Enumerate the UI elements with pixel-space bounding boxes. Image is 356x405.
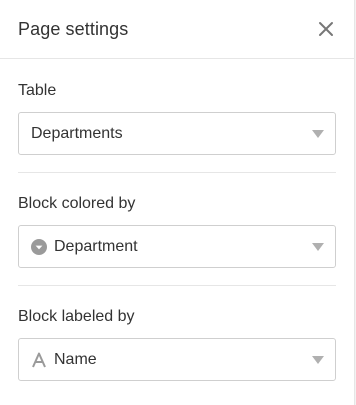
block-colored-by-section: Block colored by Department	[0, 173, 354, 268]
chevron-down-icon	[312, 242, 324, 251]
block-labeled-by-text: Name	[54, 350, 97, 368]
table-select[interactable]: Departments	[18, 112, 336, 155]
table-select-text: Departments	[31, 124, 123, 142]
block-colored-by-select[interactable]: Department	[18, 225, 336, 268]
single-select-icon	[31, 238, 47, 255]
block-labeled-by-label: Block labeled by	[18, 308, 135, 325]
chevron-down-icon	[312, 129, 324, 138]
table-label: Table	[18, 82, 57, 99]
chevron-down-icon	[312, 355, 324, 364]
table-section: Table Departments	[0, 59, 354, 155]
block-labeled-by-select[interactable]: Name	[18, 338, 336, 381]
page-settings-panel: Page settings Table Departments Block co…	[0, 0, 355, 405]
block-colored-by-value: Department	[31, 238, 138, 256]
block-labeled-by-section: Block labeled by Name	[0, 286, 354, 381]
panel-header: Page settings	[0, 0, 354, 59]
block-labeled-by-value: Name	[31, 351, 97, 369]
page-title: Page settings	[18, 18, 129, 39]
block-colored-by-label: Block colored by	[18, 195, 136, 212]
table-select-value: Departments	[31, 125, 123, 143]
block-colored-by-text: Department	[54, 237, 138, 255]
close-button[interactable]	[316, 19, 336, 39]
close-icon	[319, 22, 333, 36]
text-column-icon	[31, 352, 47, 368]
